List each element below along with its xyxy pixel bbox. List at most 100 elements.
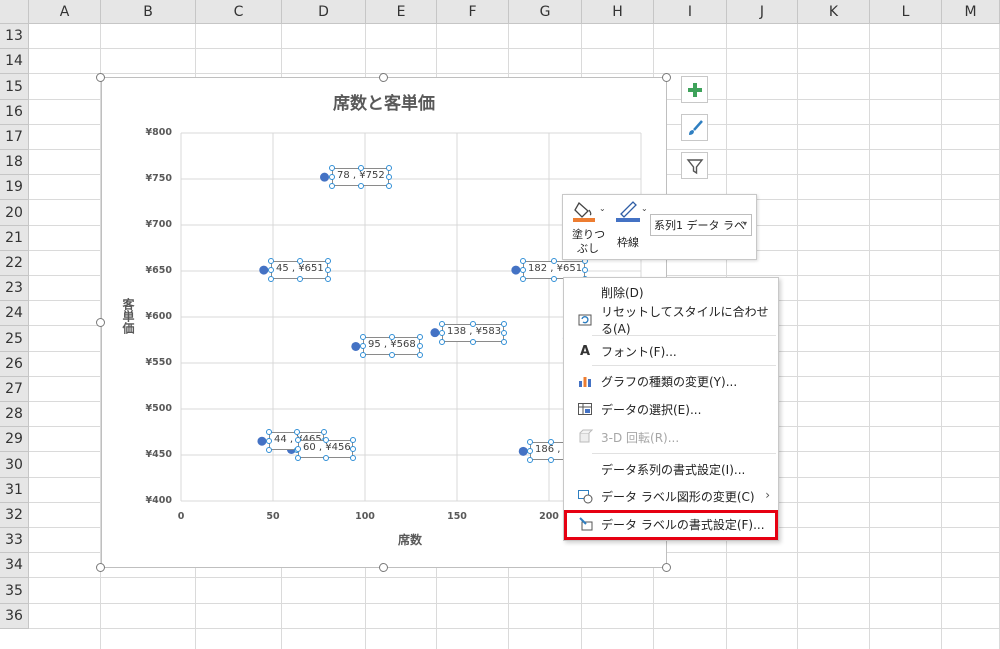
chart-element-select[interactable]: 系列1 データ ラベ ▾ — [650, 214, 752, 236]
label-resize-handle[interactable] — [295, 437, 301, 443]
label-resize-handle[interactable] — [582, 267, 588, 273]
chart-filters-button[interactable] — [681, 152, 708, 179]
label-resize-handle[interactable] — [388, 352, 395, 358]
label-resize-handle[interactable] — [360, 352, 366, 358]
menu-item-font[interactable]: A フォント(F)... — [564, 338, 778, 364]
label-resize-handle[interactable] — [548, 457, 554, 463]
x-tick-label: 100 — [355, 511, 375, 522]
label-resize-handle[interactable] — [501, 321, 507, 327]
label-resize-handle[interactable] — [329, 165, 335, 171]
label-resize-handle[interactable] — [293, 429, 300, 435]
label-resize-handle[interactable] — [325, 276, 331, 282]
fill-color-swatch — [573, 218, 595, 222]
label-resize-handle[interactable] — [266, 438, 272, 444]
resize-handle-left[interactable] — [96, 318, 105, 327]
label-resize-handle[interactable] — [520, 267, 526, 273]
menu-item-3d-rotation: 3-D 回転(R)... — [564, 424, 778, 450]
menu-item-delete[interactable]: 削除(D) — [564, 279, 778, 305]
data-point[interactable] — [351, 341, 361, 351]
label-resize-handle[interactable] — [295, 446, 301, 452]
label-resize-handle[interactable] — [527, 457, 533, 463]
menu-item-label: 削除(D) — [601, 285, 644, 300]
label-resize-handle[interactable] — [329, 174, 335, 180]
label-resize-handle[interactable] — [551, 276, 557, 282]
y-tick-label: ¥600 — [145, 311, 172, 322]
menu-item-change-label-shape[interactable]: データ ラベル図形の変更(C) › — [564, 483, 778, 509]
menu-item-label: リセットしてスタイルに合わせる(A) — [601, 305, 769, 336]
y-tick-label: ¥750 — [145, 173, 172, 184]
label-resize-handle[interactable] — [501, 330, 507, 336]
resize-handle-top[interactable] — [379, 73, 388, 82]
label-resize-handle[interactable] — [322, 455, 329, 461]
label-resize-handle[interactable] — [520, 258, 526, 264]
label-resize-handle[interactable] — [350, 446, 356, 452]
menu-item-label: フォント(F)... — [601, 344, 677, 359]
chevron-right-icon: › — [765, 488, 770, 502]
label-resize-handle[interactable] — [321, 429, 327, 435]
label-resize-handle[interactable] — [329, 183, 335, 189]
label-resize-handle[interactable] — [417, 334, 423, 340]
label-resize-handle[interactable] — [266, 447, 272, 453]
chart-styles-button[interactable] — [681, 114, 708, 141]
label-resize-handle[interactable] — [357, 165, 364, 171]
resize-handle-bottom-left[interactable] — [96, 563, 105, 572]
label-shape-icon — [576, 487, 594, 505]
label-resize-handle[interactable] — [470, 339, 476, 345]
label-resize-handle[interactable] — [386, 183, 392, 189]
label-resize-handle[interactable] — [296, 258, 303, 264]
menu-item-label: グラフの種類の変更(Y)... — [601, 374, 738, 389]
menu-item-change-chart-type[interactable]: グラフの種類の変更(Y)... — [564, 368, 778, 394]
label-resize-handle[interactable] — [268, 276, 274, 282]
label-resize-handle[interactable] — [357, 183, 364, 189]
data-point[interactable] — [259, 265, 269, 275]
label-resize-handle[interactable] — [322, 437, 329, 443]
label-resize-handle[interactable] — [470, 321, 476, 327]
label-resize-handle[interactable] — [296, 276, 303, 282]
label-resize-handle[interactable] — [268, 258, 274, 264]
label-resize-handle[interactable] — [360, 334, 366, 340]
y-axis-title[interactable]: 客単価 — [120, 298, 137, 334]
label-resize-handle[interactable] — [325, 267, 331, 273]
label-resize-handle[interactable] — [439, 321, 445, 327]
x-axis-title[interactable]: 席数 — [398, 531, 422, 548]
y-tick-label: ¥550 — [145, 357, 172, 368]
label-resize-handle[interactable] — [527, 448, 533, 454]
label-resize-handle[interactable] — [417, 352, 423, 358]
label-resize-handle[interactable] — [386, 165, 392, 171]
label-resize-handle[interactable] — [417, 343, 423, 349]
label-resize-handle[interactable] — [360, 343, 366, 349]
fill-dropdown-arrow-icon[interactable]: ⌄ — [599, 204, 606, 213]
label-resize-handle[interactable] — [520, 276, 526, 282]
label-resize-handle[interactable] — [386, 174, 392, 180]
outline-button[interactable]: ⌄ 枠線 — [612, 198, 650, 256]
data-point[interactable] — [320, 172, 330, 182]
label-resize-handle[interactable] — [295, 455, 301, 461]
label-resize-handle[interactable] — [266, 429, 272, 435]
menu-item-reset-style[interactable]: リセットしてスタイルに合わせる(A) — [564, 305, 778, 336]
resize-handle-top-right[interactable] — [662, 73, 671, 82]
label-resize-handle[interactable] — [325, 258, 331, 264]
label-resize-handle[interactable] — [548, 439, 554, 445]
menu-item-format-data-series[interactable]: データ系列の書式設定(I)... — [564, 456, 778, 482]
chart-elements-button[interactable] — [681, 76, 708, 103]
label-resize-handle[interactable] — [439, 339, 445, 345]
y-tick-label: ¥500 — [145, 403, 172, 414]
label-resize-handle[interactable] — [501, 339, 507, 345]
outline-dropdown-arrow-icon[interactable]: ⌄ — [641, 204, 648, 213]
menu-item-select-data[interactable]: データの選択(E)... — [564, 396, 778, 422]
y-tick-label: ¥450 — [145, 449, 172, 460]
resize-handle-bottom[interactable] — [379, 563, 388, 572]
plus-icon — [687, 82, 702, 97]
menu-separator — [592, 453, 776, 454]
label-resize-handle[interactable] — [551, 258, 557, 264]
label-resize-handle[interactable] — [527, 439, 533, 445]
label-resize-handle[interactable] — [388, 334, 395, 340]
label-resize-handle[interactable] — [350, 437, 356, 443]
resize-handle-bottom-right[interactable] — [662, 563, 671, 572]
chart-element-select-value: 系列1 データ ラベ — [654, 219, 745, 232]
resize-handle-top-left[interactable] — [96, 73, 105, 82]
label-resize-handle[interactable] — [268, 267, 274, 273]
label-resize-handle[interactable] — [439, 330, 445, 336]
fill-button[interactable]: ⌄ 塗りつ ぶし — [568, 198, 608, 256]
label-resize-handle[interactable] — [350, 455, 356, 461]
